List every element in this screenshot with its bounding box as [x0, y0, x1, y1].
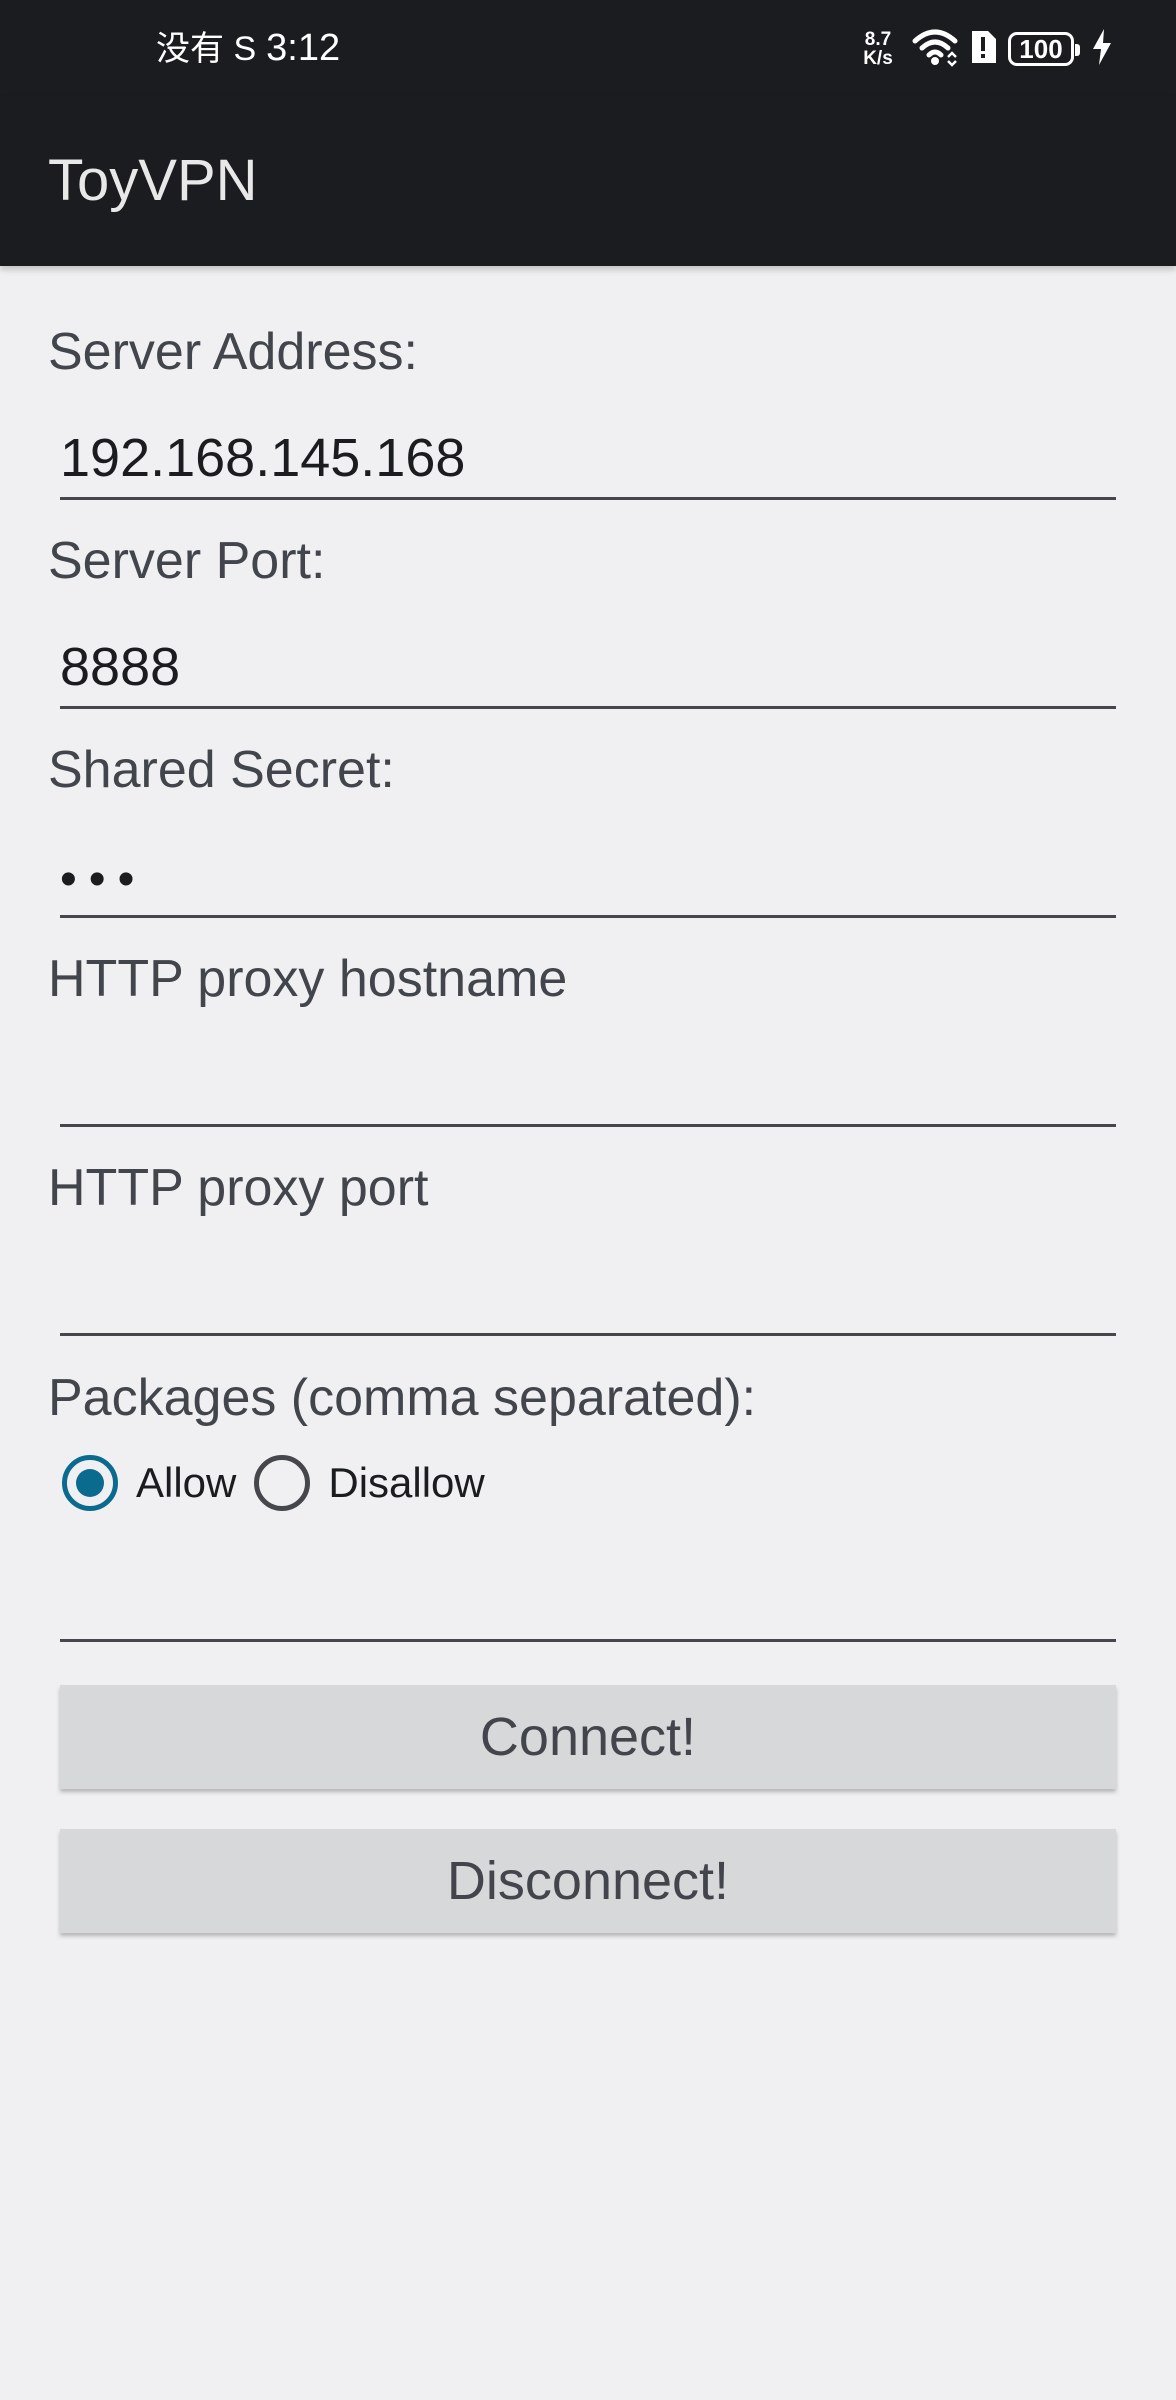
- server-address-label: Server Address:: [48, 323, 418, 381]
- charging-icon: [1092, 28, 1112, 70]
- wifi-icon: [912, 27, 958, 72]
- battery-icon: 100: [1008, 32, 1080, 66]
- carrier-label: 没有 S: [156, 30, 257, 68]
- radio-allow-label: Allow: [136, 1459, 237, 1506]
- packages-label: Packages (comma separated):: [48, 1369, 757, 1427]
- disconnect-button[interactable]: Disconnect!: [60, 1829, 1116, 1933]
- radio-allow-indicator[interactable]: [62, 1455, 118, 1511]
- alert-sim-icon: [968, 29, 998, 70]
- server-port-label: Server Port:: [48, 532, 326, 590]
- packages-input[interactable]: [60, 1558, 1116, 1642]
- status-icons: 8.7 K/s 100: [858, 24, 1112, 74]
- net-speed-value: 8.7: [864, 29, 892, 50]
- proxy-port-label: HTTP proxy port: [48, 1159, 429, 1217]
- radio-disallow-label: Disallow: [328, 1459, 485, 1506]
- proxy-hostname-input[interactable]: [60, 1043, 1116, 1127]
- app-title: ToyVPN: [48, 148, 258, 213]
- shared-secret-masked-value: •••: [60, 853, 147, 906]
- shared-secret-input[interactable]: •••: [60, 834, 1116, 918]
- net-speed-unit: K/s: [863, 48, 893, 69]
- app-bar: ToyVPN: [0, 96, 1176, 266]
- server-address-value: 192.168.145.168: [60, 428, 466, 488]
- proxy-port-input[interactable]: [60, 1252, 1116, 1336]
- shared-secret-label: Shared Secret:: [48, 741, 395, 799]
- proxy-hostname-label: HTTP proxy hostname: [48, 950, 568, 1008]
- net-speed: 8.7 K/s: [858, 30, 898, 68]
- radio-allow[interactable]: Allow: [62, 1455, 236, 1511]
- server-port-value: 8888: [60, 637, 181, 697]
- battery-level: 100: [1019, 33, 1063, 64]
- connect-button[interactable]: Connect!: [60, 1685, 1116, 1789]
- clock: 3:12: [266, 27, 341, 69]
- status-left: 没有 S 3:12: [156, 22, 340, 75]
- radio-disallow[interactable]: Disallow: [254, 1455, 485, 1511]
- package-mode-radio-group: Allow Disallow: [62, 1448, 503, 1518]
- server-port-input[interactable]: 8888: [60, 625, 1116, 709]
- status-bar: 没有 S 3:12 8.7 K/s 100: [0, 0, 1176, 96]
- server-address-input[interactable]: 192.168.145.168: [60, 416, 1116, 500]
- radio-disallow-indicator[interactable]: [254, 1455, 311, 1511]
